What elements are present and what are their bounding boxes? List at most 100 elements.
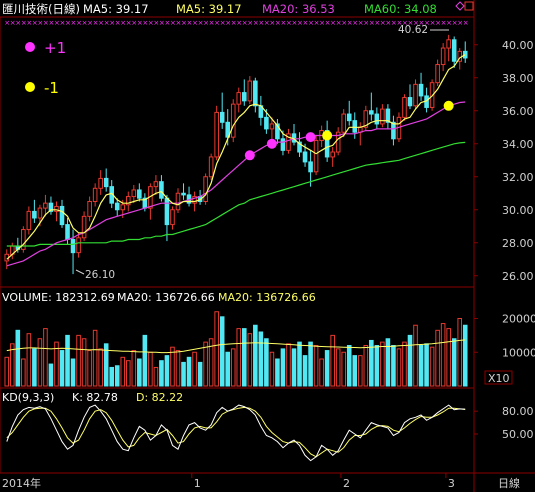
diamond-icon[interactable] (455, 1, 465, 11)
volume-bar (269, 351, 275, 387)
candle-body (103, 177, 109, 188)
volume-bar (175, 350, 181, 387)
volume-bar (109, 366, 115, 387)
candle (203, 173, 208, 205)
top-marker: × (463, 19, 469, 27)
candle-body (164, 197, 170, 226)
candle (247, 76, 253, 105)
candle-body (280, 138, 286, 151)
candle-body (236, 92, 242, 105)
candle (385, 104, 391, 129)
volume-bar (462, 324, 468, 387)
candle (125, 191, 131, 212)
volume-bar (114, 365, 120, 387)
volume-bar (335, 348, 341, 387)
candle-body (374, 113, 380, 125)
volume-bar (159, 360, 164, 387)
ma60-label: MA60: 34.08 (364, 2, 437, 16)
volume-bar (451, 338, 457, 387)
volume-bar (4, 356, 10, 387)
ma5-a-label: MA5: 39.17 (83, 2, 149, 16)
volume-tick-label: 10000 (502, 346, 535, 359)
low-value-label: 26.10 (85, 269, 115, 281)
candle-body (241, 92, 247, 102)
window-control-icons[interactable] (455, 1, 474, 11)
minus-signal-marker (443, 100, 454, 111)
candle-body (131, 189, 137, 198)
volume-bar (286, 343, 291, 387)
square-icon[interactable] (464, 1, 474, 11)
volume-bar (385, 338, 391, 387)
volume-bar (302, 355, 308, 387)
candle-body (380, 108, 385, 125)
candle (391, 115, 396, 146)
candle (413, 79, 418, 110)
candle-body (65, 224, 70, 240)
volume-bar (264, 338, 269, 387)
price-panel: × × × × × × × × × × × × × × × × × × × × × × × × × × × × × × × × × × × × × × × ×… (4, 19, 469, 275)
candle-body (435, 64, 440, 84)
volume-tick-label: 20000 (502, 313, 535, 326)
volume-bar (98, 348, 103, 387)
candle-body (313, 139, 319, 173)
candle (446, 34, 451, 62)
volume-bar (319, 358, 324, 387)
volume-bar (407, 334, 413, 387)
volume-bar (241, 328, 247, 387)
candle-body (413, 83, 418, 107)
candle (59, 199, 65, 228)
candle-body (114, 202, 120, 211)
candle (81, 211, 87, 242)
kd-panel (6, 404, 466, 462)
candle-body (330, 151, 335, 158)
volume-bar (429, 346, 435, 387)
candle (402, 94, 407, 121)
volume-bar (59, 350, 65, 387)
candle (32, 199, 37, 223)
candle-body (92, 187, 98, 203)
candle (462, 41, 468, 63)
volume-bar (137, 358, 142, 387)
candle (159, 175, 164, 202)
candle (131, 185, 137, 204)
candle-body (159, 181, 164, 199)
candle (241, 79, 247, 106)
candle-body (175, 192, 181, 211)
candle-body (269, 123, 275, 130)
k-line (6, 404, 466, 462)
price-tick-label: 38.00 (502, 72, 534, 85)
plus-signal-legend-label: +1 (44, 39, 66, 57)
volume-bar (275, 358, 280, 387)
candle (435, 59, 440, 86)
volume-bar (148, 351, 153, 387)
volume-bar (181, 361, 186, 387)
volume-bar (247, 333, 253, 387)
candle-body (264, 116, 269, 130)
volume-bar (131, 350, 137, 387)
ma20-line (6, 101, 466, 267)
candle (148, 183, 153, 220)
volume-bar (446, 328, 451, 387)
volume-bar (313, 345, 319, 387)
volume-bar (32, 348, 37, 387)
candle (253, 77, 258, 113)
candle (54, 201, 59, 222)
volume-bar (153, 366, 159, 387)
volume-bar (120, 356, 126, 387)
volume-bar (258, 331, 264, 387)
candle-body (181, 192, 186, 196)
volume-bar (76, 334, 81, 387)
candle-body (446, 39, 451, 49)
candle-body (81, 215, 87, 239)
volume-bar (125, 360, 131, 387)
candle-body (247, 80, 253, 102)
candle (137, 183, 142, 202)
price-tick-label: 36.00 (502, 105, 534, 118)
candle (153, 175, 159, 195)
candle (369, 92, 374, 121)
candle (103, 168, 109, 192)
candle (291, 123, 297, 146)
candle (440, 43, 446, 72)
volume-bar (341, 351, 347, 387)
candle (48, 196, 54, 215)
